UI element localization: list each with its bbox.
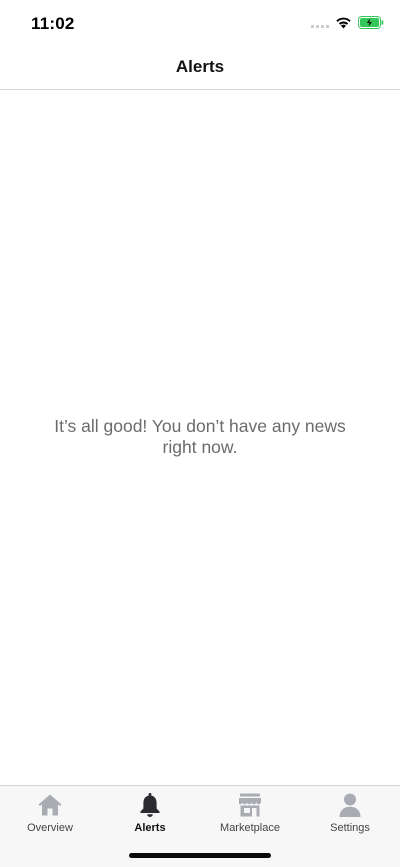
storefront-icon xyxy=(236,792,264,818)
status-time: 11:02 xyxy=(31,14,75,33)
nav-bar: Alerts xyxy=(0,46,400,90)
wifi-icon xyxy=(335,16,352,34)
battery-charging-icon xyxy=(358,16,384,34)
tab-label: Marketplace xyxy=(220,822,280,834)
bell-icon xyxy=(136,792,164,818)
home-icon xyxy=(36,792,64,818)
status-icons xyxy=(311,16,384,34)
tab-overview[interactable]: Overview xyxy=(0,792,100,838)
cellular-signal-icon xyxy=(311,16,329,34)
empty-state-message: It’s all good! You don’t have any news r… xyxy=(54,416,346,457)
tab-alerts[interactable]: Alerts xyxy=(100,792,200,838)
status-bar: 11:02 xyxy=(0,0,400,46)
tab-settings[interactable]: Settings xyxy=(300,792,400,838)
home-indicator[interactable] xyxy=(129,853,271,858)
tab-label: Alerts xyxy=(134,822,166,834)
tab-marketplace[interactable]: Marketplace xyxy=(200,792,300,838)
tab-label: Settings xyxy=(330,822,370,834)
tab-label: Overview xyxy=(27,822,73,834)
page-title: Alerts xyxy=(175,57,225,76)
person-icon xyxy=(336,792,364,818)
